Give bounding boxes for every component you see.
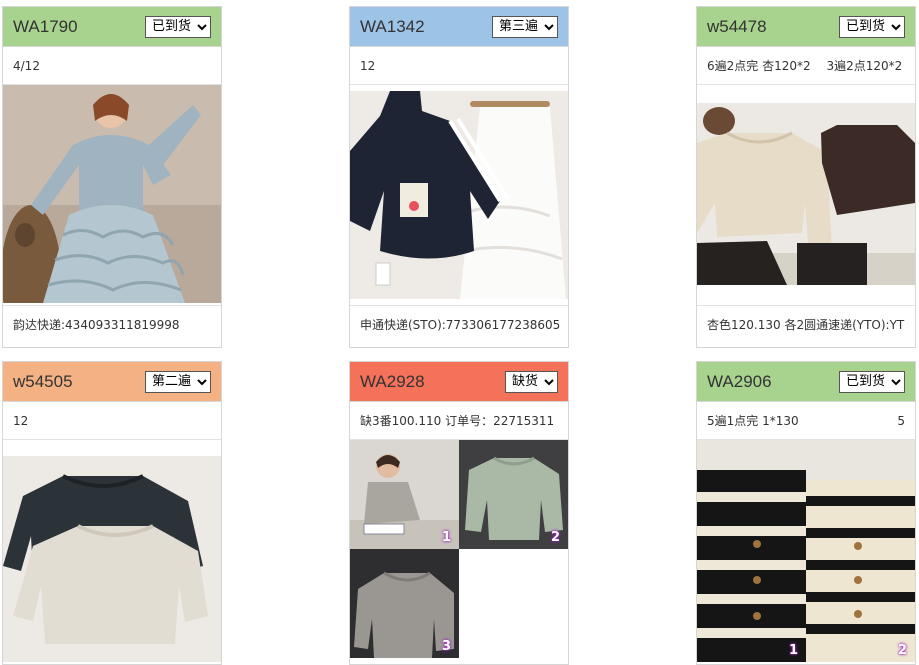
order-note: 5遍1点完 1*130 5 (697, 402, 915, 440)
status-dropdown[interactable]: 已到货 (839, 370, 905, 393)
tracking-info: 申通快递(STO):773306177238605 (350, 305, 568, 343)
card-header: WA2928 缺货 (350, 362, 568, 402)
photo-area (3, 85, 221, 305)
order-code: w54505 (13, 371, 73, 391)
photo-index-label: 2 (897, 643, 907, 658)
dark-and-oatmeal-knit-sweaters-icon[interactable] (3, 456, 221, 662)
order-card: WA1790 已到货 4/12 韵达快递:434093311819998 (2, 6, 222, 348)
photo-index-label: 3 (441, 639, 451, 654)
order-note: 4/12 (3, 47, 221, 85)
order-note: 6遍2点完 杏120*2 3遍2点120*2 (697, 47, 915, 85)
status-dropdown[interactable]: 已到货 (145, 15, 211, 38)
order-card: WA2906 已到货 5遍1点完 1*130 5 1 2 (696, 361, 916, 665)
note-text: 4/12 (13, 58, 40, 73)
order-code: w54478 (707, 16, 767, 36)
order-code: WA1790 (13, 16, 78, 36)
black-striped-cardigan-icon[interactable]: 1 (697, 440, 806, 662)
card-header: w54505 第二遍 (3, 362, 221, 402)
status-dropdown[interactable]: 已到货 (839, 15, 905, 38)
photo-area (350, 85, 568, 305)
photo-area: 1 2 (697, 440, 915, 662)
tracking-info: 韵达快递:434093311819998 (3, 305, 221, 343)
order-note: 12 (3, 402, 221, 440)
note-text: 6遍2点完 杏120*2 3遍2点120*2 (707, 59, 903, 73)
order-code: WA2906 (707, 371, 772, 391)
order-note: 缺3番100.110 订单号：22715311 (350, 402, 568, 440)
note-count: 5 (897, 413, 905, 428)
status-dropdown[interactable]: 第二遍 (145, 370, 211, 393)
note-text: 12 (13, 413, 29, 428)
order-code: WA1342 (360, 16, 425, 36)
cream-striped-cardigan-icon[interactable]: 2 (806, 440, 915, 662)
note-text: 12 (360, 58, 376, 73)
photo-area: 1 2 3 (350, 440, 568, 662)
order-card: w54478 已到货 6遍2点完 杏120*2 3遍2点120*2 杏色120.… (696, 6, 916, 348)
status-dropdown[interactable]: 第三遍 (492, 15, 558, 38)
status-dropdown[interactable]: 缺货 (505, 370, 558, 393)
photo-area (697, 85, 915, 305)
photo-index-label: 1 (788, 643, 798, 658)
order-card: w54505 第二遍 12 (2, 361, 222, 665)
navy-jacket-and-white-skirt-icon[interactable] (350, 91, 568, 299)
photo-index-label: 2 (550, 530, 560, 545)
card-header: WA1790 已到货 (3, 7, 221, 47)
tracking-info: 杏色120.130 各2圆通速递(YTO):YT (697, 305, 915, 343)
girl-in-light-blue-ruffled-dress-icon[interactable] (3, 85, 221, 303)
photo-index-label: 1 (441, 530, 451, 545)
card-header: w54478 已到货 (697, 7, 915, 47)
sage-green-sweater-flatlay-icon[interactable]: 2 (459, 440, 568, 549)
photo-area (3, 440, 221, 662)
card-header: WA2906 已到货 (697, 362, 915, 402)
order-note: 12 (350, 47, 568, 85)
order-card: WA1342 第三遍 12 申通快递(STO):773306177238605 (349, 6, 569, 348)
cream-and-brown-sweaters-icon[interactable] (697, 103, 915, 285)
card-header: WA1342 第三遍 (350, 7, 568, 47)
grey-knit-sweater-closeup-icon[interactable]: 3 (350, 549, 459, 658)
note-text: 5遍1点完 1*130 (707, 414, 799, 428)
order-code: WA2928 (360, 371, 425, 391)
order-card: WA2928 缺货 缺3番100.110 订单号：22715311 1 2 3 (349, 361, 569, 665)
note-text: 缺3番100.110 订单号：22715311 (360, 414, 555, 428)
child-wearing-grey-sweater-icon[interactable]: 1 (350, 440, 459, 549)
